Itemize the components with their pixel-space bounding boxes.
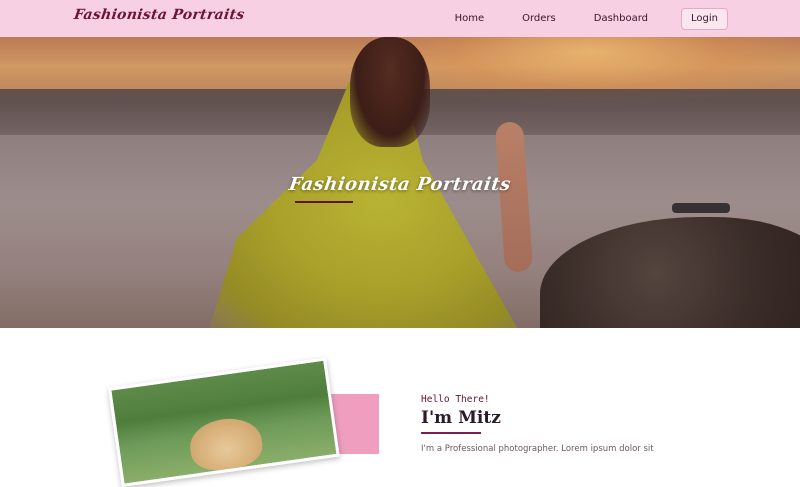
navbar: Fashionista Portraits Home Orders Dashbo… — [0, 0, 800, 37]
nav-link-home[interactable]: Home — [455, 13, 485, 24]
profile-photo-subject — [186, 414, 266, 474]
about-name-underline — [421, 432, 481, 434]
brand-logo[interactable]: Fashionista Portraits — [73, 7, 246, 23]
nav-link-orders[interactable]: Orders — [522, 13, 556, 24]
about-bio: I'm a Professional photographer. Lorem i… — [421, 444, 654, 454]
hero-title: Fashionista Portraits — [287, 174, 513, 195]
hero-banner: Fashionista Portraits — [0, 37, 800, 328]
nav-links: Home Orders Dashboard Login — [455, 0, 728, 37]
about-name: I'm Mitz — [421, 408, 501, 428]
about-greeting: Hello There! — [421, 394, 490, 405]
login-button[interactable]: Login — [681, 7, 728, 30]
about-section: Hello There! I'm Mitz I'm a Professional… — [0, 328, 800, 487]
hero-title-underline — [295, 201, 353, 203]
nav-link-dashboard[interactable]: Dashboard — [594, 13, 648, 24]
profile-photo — [108, 357, 340, 487]
